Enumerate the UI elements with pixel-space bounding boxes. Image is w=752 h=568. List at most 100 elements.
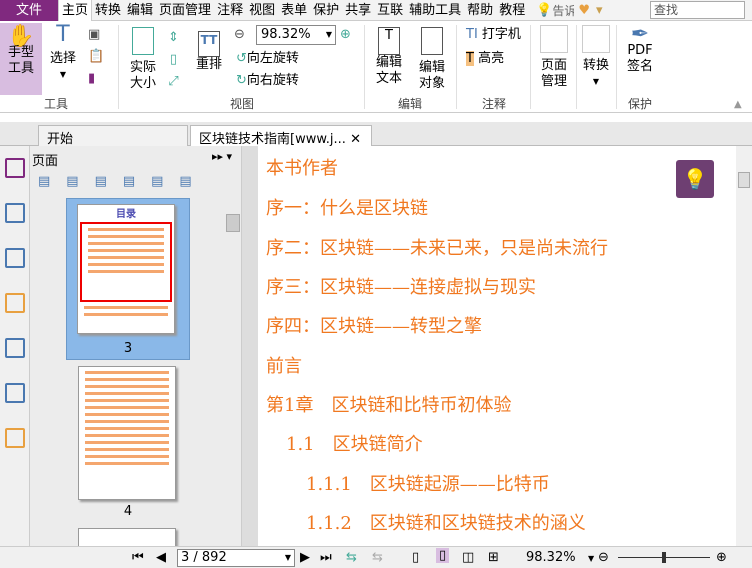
hand-tool-button[interactable]: ✋ 手型 工具 xyxy=(0,23,42,95)
group-edit-label: 编辑 xyxy=(398,97,423,111)
hand-icon: ✋ xyxy=(7,24,35,49)
next-view-icon[interactable]: ⇆ xyxy=(372,550,383,565)
document-view: 本书作者 序一：什么是区块链 序二：区块链——未来已来，只是尚未流行 序三：区块… xyxy=(258,146,736,546)
tab-form[interactable]: 表单 xyxy=(278,0,310,21)
tab-document[interactable]: 区块链技术指南[www.j... ✕ xyxy=(190,125,372,147)
zoom-out-icon[interactable]: ⊖ xyxy=(598,550,609,565)
toc-entry[interactable]: 序一：什么是区块链 xyxy=(266,194,428,220)
single-page-icon[interactable]: ▯ xyxy=(412,550,419,565)
toc-entry[interactable]: 本书作者 xyxy=(266,154,338,180)
rotate-right-button[interactable]: ↻向右旋转 xyxy=(236,73,299,89)
tab-tutorial[interactable]: 教程 xyxy=(496,0,528,21)
close-tab-icon[interactable]: ✕ xyxy=(350,132,361,147)
collapse-ribbon-icon[interactable]: ▲ xyxy=(734,97,742,113)
security-panel-icon[interactable] xyxy=(5,428,25,448)
fit-icons[interactable]: ⇕ ▯ ⤢ xyxy=(168,27,179,93)
bookmark-icon[interactable]: ▮ xyxy=(88,71,95,87)
toc-entry[interactable]: 1.1 区块链简介 xyxy=(286,430,423,456)
page-management-button[interactable]: 页面 管理 xyxy=(536,25,572,90)
toc-entry[interactable]: 序二：区块链——未来已来，只是尚未流行 xyxy=(266,234,608,260)
document-scrollbar[interactable] xyxy=(736,146,752,546)
edit-text-button[interactable]: T 编辑 文本 xyxy=(372,27,406,87)
page-number: 3 xyxy=(123,341,133,356)
tab-page-management[interactable]: 页面管理 xyxy=(156,0,214,21)
tab-edit[interactable]: 编辑 xyxy=(124,0,156,21)
highlight-button[interactable]: T 高亮 xyxy=(466,51,504,67)
select-button[interactable]: T 选择 ▼ xyxy=(48,22,78,83)
bookmark-panel-icon[interactable] xyxy=(5,158,25,178)
tab-connect[interactable]: 互联 xyxy=(374,0,406,21)
toc-entry[interactable]: 1.1.2 区块链和区块链技术的涵义 xyxy=(306,509,586,535)
highlight-icon: T xyxy=(466,51,474,66)
lightbulb-tip-icon[interactable]: 💡 xyxy=(676,160,714,198)
continuous-page-icon[interactable]: ▯ xyxy=(436,548,450,563)
attachments-panel-icon[interactable] xyxy=(5,338,25,358)
tab-start[interactable]: 开始 xyxy=(38,125,188,147)
page-tool-icons[interactable]: ▤▤▤▤▤▤ xyxy=(38,174,208,189)
zoom-out-icon[interactable]: ⊖ xyxy=(234,27,245,43)
last-page-icon[interactable]: ⏭ xyxy=(320,550,332,565)
pen-icon: ✒ xyxy=(630,22,650,47)
pdf-sign-button[interactable]: ✒ PDF 签名 xyxy=(622,22,658,75)
zoom-dropdown-icon[interactable]: ▼ xyxy=(588,554,594,563)
page-number: 4 xyxy=(123,504,133,519)
tab-convert[interactable]: 转换 xyxy=(92,0,124,21)
convert-button[interactable]: 转换 ▼ xyxy=(580,25,612,90)
ribbon: ✋ 手型 工具 T 选择 ▼ ▣ 📋 ▮ 工具 实际 大小 ⇕ ▯ ⤢ TT 重排 ⊖… xyxy=(0,21,752,113)
toc-entry[interactable]: 前言 xyxy=(266,352,302,378)
folder-search-icon[interactable]: ▾ xyxy=(596,3,603,18)
zoom-level[interactable]: 98.32% xyxy=(526,550,576,565)
file-menu[interactable]: 文件 xyxy=(0,0,58,21)
lightbulb-icon[interactable]: 💡 xyxy=(536,3,552,18)
page-icon xyxy=(132,27,154,55)
toc-entry[interactable]: 序四：区块链——转型之擎 xyxy=(266,312,482,338)
panel-title: 页面 xyxy=(32,154,59,169)
comments-panel-icon[interactable] xyxy=(5,293,25,313)
next-page-icon[interactable]: ▶ xyxy=(300,550,310,565)
toc-entry[interactable]: 1.1.1 区块链起源——比特币 xyxy=(306,470,550,496)
zoom-in-icon[interactable]: ⊕ xyxy=(340,27,351,43)
panel-collapse-icon[interactable]: ▸▸ ▾ xyxy=(212,150,232,163)
pages-panel-icon[interactable] xyxy=(5,203,25,223)
toc-entry[interactable]: 第1章 区块链和比特币初体验 xyxy=(266,391,511,417)
pages-panel: 页面 ▸▸ ▾ ▤▤▤▤▤▤ 目录 3 4 xyxy=(30,146,242,558)
thumbnail-page-3-selected[interactable]: 目录 3 xyxy=(66,198,190,360)
reflow-button[interactable]: TT 重排 xyxy=(194,31,224,73)
group-protect-label: 保护 xyxy=(628,97,653,111)
prev-page-icon[interactable]: ◀ xyxy=(156,550,166,565)
status-bar: ⏮ ◀ 3 / 892 ▼ ▶ ⏭ ⇆ ⇆ ▯ ▯ ◫ ⊞ 98.32% ▼ ⊖ … xyxy=(0,546,752,568)
tab-comment[interactable]: 注释 xyxy=(214,0,246,21)
search-input[interactable]: 查找 xyxy=(650,1,745,19)
zoom-slider[interactable] xyxy=(618,552,710,563)
panel-scrollbar[interactable] xyxy=(226,214,240,232)
actual-size-button[interactable]: 实际 大小 xyxy=(126,27,160,92)
tell-me[interactable]: 告诉 xyxy=(552,2,574,19)
tab-share[interactable]: 共享 xyxy=(342,0,374,21)
rotate-left-button[interactable]: ↺向左旋转 xyxy=(236,51,299,67)
zoom-select[interactable]: 98.32% ▼ xyxy=(256,25,336,45)
tab-view[interactable]: 视图 xyxy=(246,0,278,21)
zoom-in-icon[interactable]: ⊕ xyxy=(716,550,727,565)
toc-entry[interactable]: 序三：区块链——连接虚拟与现实 xyxy=(266,273,536,299)
tab-protect[interactable]: 保护 xyxy=(310,0,342,21)
first-page-icon[interactable]: ⏮ xyxy=(132,550,144,565)
tab-help[interactable]: 帮助 xyxy=(464,0,496,21)
signature-panel-icon[interactable] xyxy=(5,383,25,403)
previous-view-icon[interactable]: ⇆ xyxy=(346,550,357,565)
edit-object-button[interactable]: 编辑 对象 xyxy=(414,27,450,92)
thumbnail-4[interactable] xyxy=(78,366,176,500)
snapshot-icon[interactable]: ▣ xyxy=(88,27,100,43)
select-text-icon: T xyxy=(56,22,70,47)
typewriter-button[interactable]: TI 打字机 xyxy=(466,27,521,43)
tab-accessibility[interactable]: 辅助工具 xyxy=(406,0,464,21)
layers-panel-icon[interactable] xyxy=(5,248,25,268)
splitter[interactable] xyxy=(242,146,258,546)
page-number-input[interactable]: 3 / 892 ▼ xyxy=(177,549,295,567)
group-view-label: 视图 xyxy=(230,97,255,111)
tab-home[interactable]: 主页 xyxy=(58,0,93,21)
continuous-facing-icon[interactable]: ⊞ xyxy=(488,550,499,565)
facing-page-icon[interactable]: ◫ xyxy=(462,550,474,565)
clipboard-icon[interactable]: 📋 xyxy=(88,49,104,65)
left-sidebar xyxy=(0,146,30,546)
heart-icon[interactable]: ♥ xyxy=(578,3,590,18)
